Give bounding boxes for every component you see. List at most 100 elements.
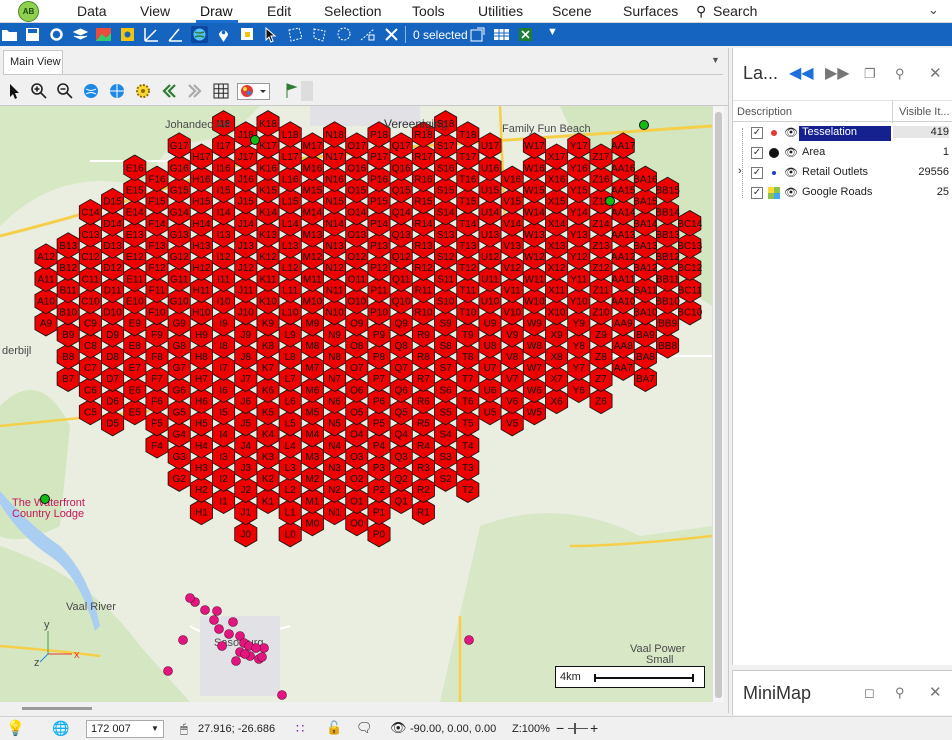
layer-row-google-roads[interactable]: ✓ 👁 Google Roads 25	[733, 183, 952, 203]
layer-visibility-checkbox[interactable]: ✓	[751, 167, 763, 179]
clear-selection-icon[interactable]	[383, 26, 400, 43]
layer-name[interactable]: Retail Outlets	[799, 166, 891, 181]
menu-draw[interactable]: Draw	[200, 3, 233, 19]
menu-surfaces[interactable]: Surfaces	[623, 3, 678, 19]
scale-value[interactable]: 172 007	[91, 723, 131, 735]
select-polygon-icon[interactable]	[287, 26, 304, 43]
menu-scene[interactable]: Scene	[552, 3, 592, 19]
layer-visibility-checkbox[interactable]: ✓	[751, 147, 763, 159]
chevron-down-icon[interactable]: ▼	[151, 724, 159, 733]
layers-icon[interactable]	[72, 26, 89, 43]
close-icon[interactable]: ✕	[929, 64, 942, 82]
scale-combobox[interactable]: 172 007 ▼	[86, 720, 164, 738]
comment-icon[interactable]: 🗨	[356, 720, 373, 736]
eye-icon[interactable]: 👁	[784, 146, 798, 159]
menu-selection[interactable]: Selection	[324, 3, 382, 19]
eye-icon[interactable]: 👁	[784, 126, 798, 139]
retail-outlet-point[interactable]	[224, 629, 234, 639]
map-svg[interactable]: A9 A10 A11 A12 B7 B8 B9 B10 B11 B12 B13 C5 C6 C7 C8 C9 C…	[0, 106, 712, 702]
expand-right-icon[interactable]: ▶▶	[825, 63, 850, 83]
save-icon[interactable]	[24, 26, 41, 43]
pin-icon[interactable]: ⚲	[895, 66, 905, 82]
close-icon[interactable]: ✕	[929, 683, 942, 701]
float-panel-icon[interactable]: ◻	[864, 685, 875, 701]
layer-visibility-checkbox[interactable]: ✓	[751, 187, 763, 199]
select-line-icon[interactable]	[359, 26, 376, 43]
settings-gear-icon[interactable]	[133, 81, 153, 101]
lock-icon[interactable]: 🔓	[326, 720, 342, 736]
retail-outlet-point[interactable]	[209, 615, 219, 625]
retail-outlet-point[interactable]	[257, 652, 267, 662]
zoom-slider-thumb[interactable]	[574, 723, 576, 734]
pin-icon[interactable]: ⚲	[895, 685, 905, 701]
retail-outlet-point[interactable]	[464, 635, 474, 645]
eye-icon[interactable]: 👁	[784, 186, 798, 199]
retail-outlet-point[interactable]	[251, 643, 261, 653]
area-point[interactable]	[40, 494, 50, 504]
excel-export-icon[interactable]	[517, 26, 534, 43]
layer-row-retail-outlets[interactable]: › ✓ 👁 Retail Outlets 29556	[733, 163, 952, 183]
back-icon[interactable]	[159, 81, 179, 101]
zoom-to-selection-icon[interactable]	[469, 26, 486, 43]
retail-outlet-point[interactable]	[200, 605, 210, 615]
column-description[interactable]: Description	[737, 106, 792, 118]
tab-list-dropdown[interactable]: ▼	[711, 55, 720, 65]
area-point[interactable]	[250, 135, 260, 145]
toolbar-overflow[interactable]	[301, 81, 313, 101]
layer-row-area[interactable]: ✓ 👁 Area 1	[733, 143, 952, 163]
globe-icon[interactable]	[191, 26, 208, 43]
select-circle-icon[interactable]	[335, 26, 352, 43]
map-horizontal-scrollbar[interactable]	[0, 702, 724, 716]
menu-tools[interactable]: Tools	[412, 3, 445, 19]
retail-outlet-point[interactable]	[217, 641, 227, 651]
pointer-select-icon[interactable]	[263, 26, 280, 43]
map-pin-icon[interactable]	[215, 26, 232, 43]
retail-outlet-point[interactable]	[259, 643, 269, 653]
scrollbar-thumb[interactable]	[22, 707, 92, 710]
map-canvas[interactable]: A9 A10 A11 A12 B7 B8 B9 B10 B11 B12 B13 C5 C6 C7 C8 C9 C…	[0, 106, 712, 702]
select-lasso-icon[interactable]	[311, 26, 328, 43]
lightbulb-icon[interactable]: 💡	[6, 719, 25, 737]
retail-outlet-point[interactable]	[185, 593, 195, 603]
expand-chevron-icon[interactable]: ›	[738, 165, 742, 177]
layer-name[interactable]: Area	[799, 146, 891, 161]
retail-outlet-point[interactable]	[212, 606, 222, 616]
frame-icon[interactable]	[119, 26, 136, 43]
retail-outlet-point[interactable]	[277, 690, 287, 700]
layer-visibility-checkbox[interactable]: ✓	[751, 127, 763, 139]
menu-edit[interactable]: Edit	[267, 3, 291, 19]
area-point[interactable]	[639, 120, 649, 130]
layer-row-tesselation[interactable]: ✓ 👁 Tesselation 419	[733, 123, 952, 143]
tab-main-view[interactable]: Main View	[3, 50, 63, 74]
gear-icon[interactable]	[48, 26, 65, 43]
forward-icon[interactable]	[185, 81, 205, 101]
table-icon[interactable]	[493, 26, 510, 43]
collapse-left-icon[interactable]: ◀◀	[789, 63, 814, 83]
search-icon[interactable]: ⚲	[696, 3, 706, 20]
map-vertical-scrollbar[interactable]	[712, 106, 724, 702]
area-point[interactable]	[605, 196, 615, 206]
retail-outlet-point[interactable]	[178, 635, 188, 645]
globe-grid-icon[interactable]	[107, 81, 127, 101]
retail-outlet-point[interactable]	[163, 666, 173, 676]
menu-data[interactable]: Data	[77, 3, 107, 19]
zoom-slider[interactable]	[568, 728, 588, 729]
zoom-in-button[interactable]: +	[590, 720, 598, 736]
zoom-out-button[interactable]: −	[556, 720, 564, 736]
toolbar-more-dropdown[interactable]: ▼	[547, 26, 558, 38]
search-button[interactable]: Search	[713, 3, 757, 19]
globe-icon[interactable]: 🌐	[52, 720, 69, 737]
angle-icon[interactable]	[167, 26, 184, 43]
color-palette-dropdown[interactable]	[237, 81, 271, 101]
scrollbar-thumb[interactable]	[715, 112, 722, 698]
panel-splitter[interactable]	[728, 48, 729, 713]
eye-icon[interactable]: 👁	[784, 166, 798, 179]
app-logo[interactable]: AB	[18, 1, 39, 22]
retail-outlet-point[interactable]	[240, 649, 250, 659]
map-image-icon[interactable]	[95, 26, 112, 43]
pointer-tool-icon[interactable]	[5, 81, 25, 101]
globe-extent-icon[interactable]	[81, 81, 101, 101]
layer-name[interactable]: Tesselation	[799, 126, 891, 141]
menu-view[interactable]: View	[140, 3, 170, 19]
measure-icon[interactable]	[143, 26, 160, 43]
